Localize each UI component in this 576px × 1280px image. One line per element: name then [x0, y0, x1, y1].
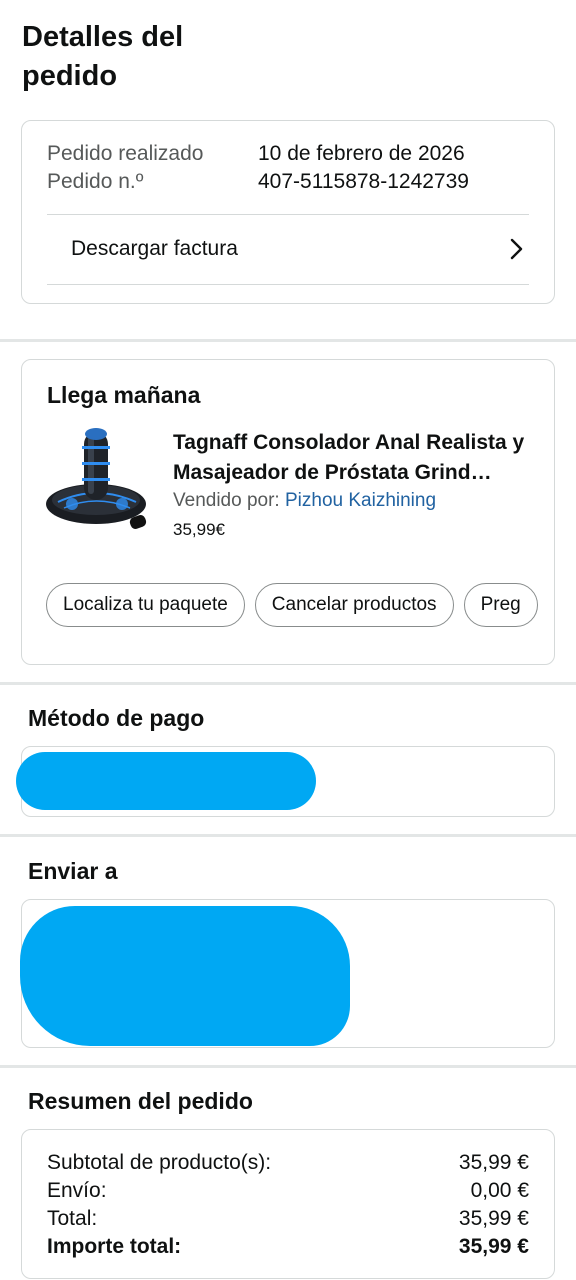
- delivery-heading: Llega mañana: [47, 382, 201, 408]
- summary-row-total: Total: 35,99 €: [47, 1207, 529, 1231]
- shipping-label: Envío:: [47, 1179, 107, 1202]
- grand-total-label: Importe total:: [47, 1235, 182, 1258]
- total-label: Total:: [47, 1207, 98, 1230]
- seller-line: Vendido por: Pizhou Kaizhining: [173, 490, 436, 512]
- section-divider: [0, 1065, 576, 1068]
- subtotal-label: Subtotal de producto(s):: [47, 1151, 272, 1174]
- total-value: 35,99 €: [458, 1207, 529, 1230]
- chevron-right-icon: [505, 237, 529, 261]
- seller-link[interactable]: Pizhou Kaizhining: [285, 490, 436, 511]
- summary-row-subtotal: Subtotal de producto(s): 35,99 €: [47, 1151, 529, 1175]
- order-summary-title: Resumen del pedido: [28, 1088, 253, 1114]
- summary-row-shipping: Envío: 0,00 €: [47, 1179, 529, 1203]
- order-placed-label: Pedido realizado: [47, 142, 204, 165]
- download-invoice-button[interactable]: Descargar factura: [47, 214, 529, 284]
- action-buttons-row[interactable]: Localiza tu paquete Cancelar productos Pre…: [46, 583, 538, 629]
- ship-to-title: Enviar a: [28, 858, 118, 884]
- ask-question-button[interactable]: Preg: [463, 583, 538, 627]
- redaction-mark: [20, 906, 350, 1046]
- divider: [47, 284, 529, 285]
- cancel-items-button[interactable]: Cancelar productos: [254, 583, 454, 627]
- download-invoice-label: Descargar factura: [71, 237, 238, 260]
- delivery-card: Llega mañana Tagnaff Consolador Anal Rea…: [21, 359, 555, 665]
- payment-method-title: Método de pago: [28, 705, 205, 731]
- order-info-card: Pedido realizado 10 de febrero de 2026 P…: [21, 120, 555, 304]
- section-divider: [0, 339, 576, 342]
- shipping-value: 0,00 €: [470, 1179, 529, 1202]
- page-title: Detalles del pedido: [22, 21, 184, 92]
- subtotal-value: 35,99 €: [458, 1151, 529, 1174]
- grand-total-value: 35,99 €: [458, 1235, 529, 1258]
- product-image[interactable]: [44, 424, 154, 536]
- redaction-mark: [16, 752, 316, 810]
- track-package-button[interactable]: Localiza tu paquete: [46, 583, 245, 627]
- section-divider: [0, 834, 576, 837]
- seller-label: Vendido por:: [173, 490, 280, 511]
- product-price: 35,99€: [173, 520, 225, 539]
- section-divider: [0, 682, 576, 685]
- summary-row-grand-total: Importe total: 35,99 €: [47, 1235, 529, 1259]
- order-number-value: 407-5115878-1242739: [258, 170, 469, 193]
- order-number-label: Pedido n.º: [47, 170, 144, 193]
- product-title-link[interactable]: Tagnaff Consolador Anal Realista y Masaj…: [173, 428, 538, 488]
- order-summary-card: Subtotal de producto(s): 35,99 € Envío: …: [21, 1129, 555, 1279]
- order-placed-value: 10 de febrero de 2026: [258, 142, 465, 165]
